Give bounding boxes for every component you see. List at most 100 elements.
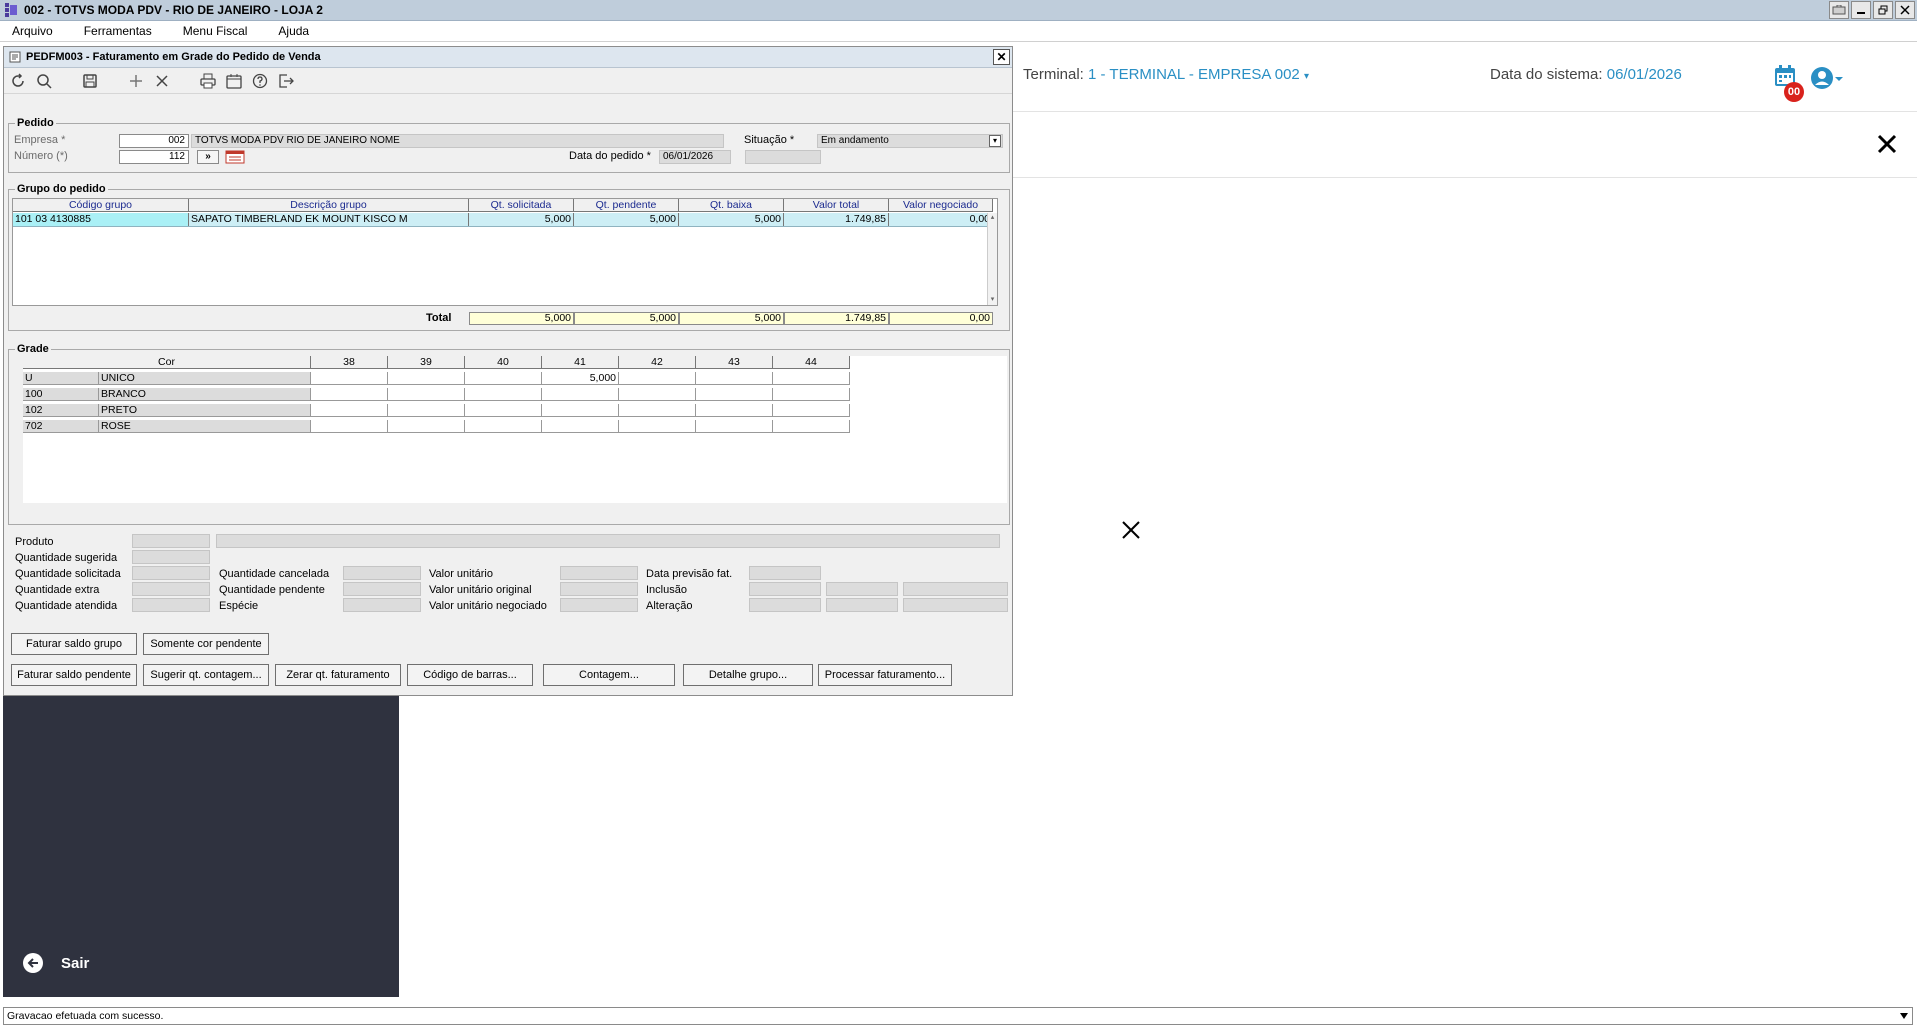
grade-group: Grade Cor 38 39 40 41 42 43 44 U UNICO 5… xyxy=(8,343,1010,525)
grade-cell[interactable] xyxy=(465,420,542,433)
col-size-38[interactable]: 38 xyxy=(311,356,388,369)
col-size-44[interactable]: 44 xyxy=(773,356,850,369)
grade-cell[interactable] xyxy=(311,420,388,433)
close-icon-center[interactable] xyxy=(1119,518,1145,544)
calendar-toolbar-icon[interactable] xyxy=(224,71,244,91)
grade-cell[interactable] xyxy=(696,404,773,417)
col-qt-pendente[interactable]: Qt. pendente xyxy=(574,199,679,212)
grade-cell[interactable] xyxy=(773,404,850,417)
col-descricao-grupo[interactable]: Descrição grupo xyxy=(189,199,469,212)
col-size-43[interactable]: 43 xyxy=(696,356,773,369)
user-menu-icon[interactable] xyxy=(1810,66,1846,90)
table-row[interactable]: 101 03 4130885 SAPATO TIMBERLAND EK MOUN… xyxy=(13,213,993,227)
menu-arquivo[interactable]: Arquivo xyxy=(0,24,64,38)
col-qt-solicitada[interactable]: Qt. solicitada xyxy=(469,199,574,212)
exit-label: Sair xyxy=(61,954,90,972)
situacao-extra-field xyxy=(745,150,821,164)
col-size-39[interactable]: 39 xyxy=(388,356,465,369)
grade-cell[interactable] xyxy=(388,404,465,417)
app-title: 002 - TOTVS MODA PDV - RIO DE JANEIRO - … xyxy=(24,3,323,17)
add-icon[interactable] xyxy=(126,71,146,91)
grade-cor-code: U xyxy=(23,372,99,385)
status-bar: Gravacao efetuada com sucesso. xyxy=(3,1007,1913,1025)
delete-icon[interactable] xyxy=(152,71,172,91)
menu-ferramentas[interactable]: Ferramentas xyxy=(72,24,163,38)
faturar-saldo-grupo-button[interactable]: Faturar saldo grupo xyxy=(11,633,137,655)
col-valor-total[interactable]: Valor total xyxy=(784,199,889,212)
data-pedido-field: 06/01/2026 xyxy=(659,150,731,164)
detalhe-grupo-button[interactable]: Detalhe grupo... xyxy=(683,664,813,686)
col-qt-baixa[interactable]: Qt. baixa xyxy=(679,199,784,212)
close-window-button[interactable] xyxy=(1895,1,1915,19)
col-cor[interactable]: Cor xyxy=(23,356,311,369)
vertical-scrollbar[interactable]: ▴ ▾ xyxy=(987,213,997,305)
grade-cell[interactable] xyxy=(619,388,696,401)
contagem-button[interactable]: Contagem... xyxy=(543,664,675,686)
grade-cell[interactable]: 5,000 xyxy=(542,372,619,385)
grade-cell[interactable] xyxy=(465,404,542,417)
grade-cell[interactable] xyxy=(542,388,619,401)
minimize-button[interactable] xyxy=(1851,1,1871,19)
dialog-close-button[interactable]: ✕ xyxy=(993,49,1010,65)
terminal-label: Terminal: xyxy=(1023,66,1084,83)
processar-faturamento-button[interactable]: Processar faturamento... xyxy=(818,664,952,686)
grade-cor-name: ROSE xyxy=(99,420,311,433)
faturar-saldo-pendente-button[interactable]: Faturar saldo pendente xyxy=(11,664,137,686)
calendar-picker-icon[interactable] xyxy=(225,150,245,164)
refresh-icon[interactable] xyxy=(8,71,28,91)
web-panel: Terminal: 1 - TERMINAL - EMPRESA 002 ▾ D… xyxy=(1013,42,1917,1002)
grade-cell[interactable] xyxy=(311,388,388,401)
col-size-42[interactable]: 42 xyxy=(619,356,696,369)
scroll-down-icon[interactable]: ▾ xyxy=(988,295,997,305)
col-size-40[interactable]: 40 xyxy=(465,356,542,369)
grade-cell[interactable] xyxy=(311,372,388,385)
situacao-select[interactable]: Em andamento ▾ xyxy=(817,134,1003,148)
close-icon[interactable] xyxy=(1875,132,1899,156)
toolbox-icon[interactable] xyxy=(1829,1,1849,19)
chevron-down-icon[interactable] xyxy=(1897,1009,1911,1023)
grade-cell[interactable] xyxy=(542,420,619,433)
exit-button[interactable]: Sair xyxy=(23,953,89,973)
exit-icon[interactable] xyxy=(276,71,296,91)
grade-cell[interactable] xyxy=(696,388,773,401)
grade-cell[interactable] xyxy=(773,388,850,401)
grade-cell[interactable] xyxy=(542,404,619,417)
scroll-up-icon[interactable]: ▴ xyxy=(988,213,997,223)
help-icon[interactable] xyxy=(250,71,270,91)
terminal-selector[interactable]: 1 - TERMINAL - EMPRESA 002 ▾ xyxy=(1088,66,1309,83)
empresa-code-field[interactable]: 002 xyxy=(119,134,189,148)
grade-cell[interactable] xyxy=(388,388,465,401)
valor-original-label: Valor unitário original xyxy=(429,584,532,596)
web-header: Terminal: 1 - TERMINAL - EMPRESA 002 ▾ D… xyxy=(1013,42,1917,112)
restore-button[interactable] xyxy=(1873,1,1893,19)
grade-cell[interactable] xyxy=(465,388,542,401)
col-valor-negociado[interactable]: Valor negociado xyxy=(889,199,993,212)
grade-cell[interactable] xyxy=(773,372,850,385)
somente-cor-pendente-button[interactable]: Somente cor pendente xyxy=(143,633,269,655)
codigo-barras-button[interactable]: Código de barras... xyxy=(407,664,533,686)
grade-cell[interactable] xyxy=(311,404,388,417)
cell-qt-pendente: 5,000 xyxy=(574,213,679,226)
grade-cell[interactable] xyxy=(773,420,850,433)
grade-cell[interactable] xyxy=(619,404,696,417)
grade-cell[interactable] xyxy=(696,420,773,433)
print-icon[interactable] xyxy=(198,71,218,91)
menu-fiscal[interactable]: Menu Fiscal xyxy=(171,24,259,38)
grade-cell[interactable] xyxy=(465,372,542,385)
grade-cell[interactable] xyxy=(619,372,696,385)
col-size-41[interactable]: 41 xyxy=(542,356,619,369)
save-icon[interactable] xyxy=(80,71,100,91)
numero-field[interactable]: 112 xyxy=(119,150,189,164)
grade-cell[interactable] xyxy=(388,420,465,433)
grade-cell[interactable] xyxy=(388,372,465,385)
next-button[interactable]: » xyxy=(197,150,219,164)
cell-codigo: 101 03 4130885 xyxy=(13,213,189,226)
zerar-faturamento-button[interactable]: Zerar qt. faturamento xyxy=(275,664,401,686)
col-codigo-grupo[interactable]: Código grupo xyxy=(13,199,189,212)
sugerir-contagem-button[interactable]: Sugerir qt. contagem... xyxy=(143,664,269,686)
grade-cell[interactable] xyxy=(619,420,696,433)
search-icon[interactable] xyxy=(34,71,54,91)
grupo-legend: Grupo do pedido xyxy=(15,183,108,195)
menu-ajuda[interactable]: Ajuda xyxy=(266,24,320,38)
grade-cell[interactable] xyxy=(696,372,773,385)
